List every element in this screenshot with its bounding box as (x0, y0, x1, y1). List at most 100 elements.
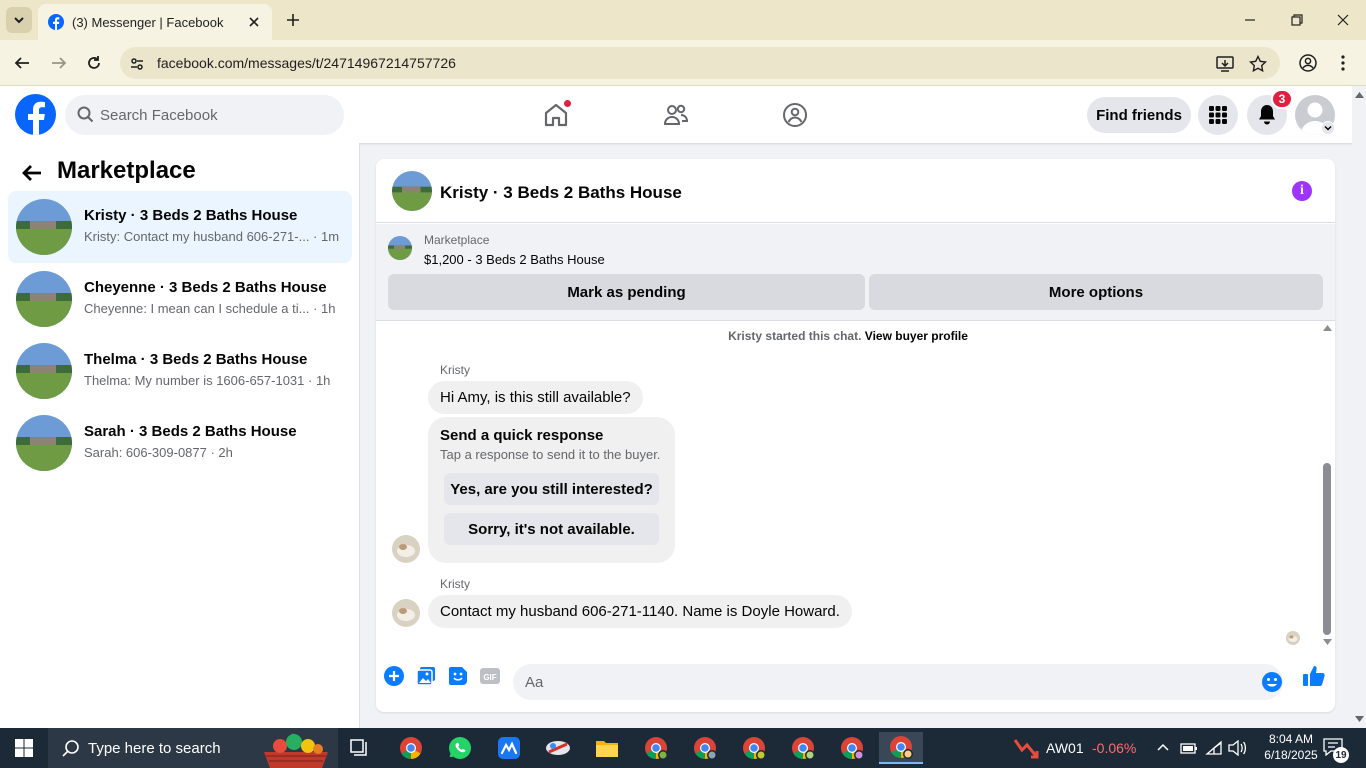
more-options-button[interactable]: More options (869, 274, 1323, 310)
reload-button[interactable] (80, 49, 108, 77)
search-input[interactable] (100, 95, 330, 135)
notification-badge: 3 (1271, 89, 1293, 109)
start-button[interactable] (0, 728, 48, 768)
taskbar-chrome-profile-2[interactable] (683, 732, 727, 764)
account-menu-chevron[interactable] (1321, 121, 1335, 135)
stock-name[interactable]: AW01 (1046, 740, 1084, 756)
forward-button[interactable] (45, 49, 73, 77)
volume-icon[interactable] (1228, 740, 1246, 756)
taskbar-meet-app[interactable] (487, 732, 531, 764)
nav-home[interactable] (536, 96, 576, 134)
taskbar-chrome-profile-1[interactable] (634, 732, 678, 764)
profile-photo-icon (392, 599, 420, 627)
quick-response-sorry-button[interactable]: Sorry, it's not available. (444, 513, 659, 545)
taskbar-chrome-active[interactable] (879, 732, 923, 764)
chrome-icon (400, 737, 422, 759)
chevron-up-icon[interactable] (1157, 743, 1169, 751)
taskbar-chrome-profile-4[interactable] (781, 732, 825, 764)
conversation-name: Cheyenne · 3 Beds 2 Baths House (84, 279, 327, 296)
battery-icon[interactable] (1180, 741, 1198, 755)
scroll-down-icon (1355, 716, 1364, 722)
address-bar[interactable]: facebook.com/messages/t/2471496721475772… (120, 47, 1280, 79)
emoji-button[interactable] (1261, 671, 1283, 698)
nav-groups[interactable] (775, 96, 815, 134)
taskbar-clock[interactable]: 8:04 AM 6/18/2025 (1256, 731, 1326, 763)
send-like-button[interactable] (1301, 663, 1327, 689)
facebook-favicon-icon (48, 14, 64, 30)
site-info-icon[interactable] (126, 53, 148, 75)
listing-thumbnail[interactable] (388, 236, 412, 260)
task-view-button[interactable] (338, 732, 382, 764)
back-arrow-button[interactable] (18, 159, 46, 187)
listing-thumbnail[interactable] (392, 171, 432, 211)
house-photo-icon (16, 199, 72, 255)
nav-friends[interactable] (656, 96, 696, 134)
notification-count-badge: 19 (1333, 747, 1349, 763)
action-center-button[interactable]: 19 (1323, 738, 1349, 763)
facebook-search[interactable] (65, 95, 344, 135)
taskbar-chrome-app[interactable] (389, 732, 433, 764)
quick-response-title: Send a quick response (440, 427, 604, 444)
scrollbar-thumb[interactable] (1323, 463, 1331, 635)
quick-response-yes-button[interactable]: Yes, are you still interested? (444, 473, 659, 505)
conversation-item[interactable]: Cheyenne · 3 Beds 2 Baths House Cheyenne… (8, 263, 352, 335)
message-bubble[interactable]: Contact my husband 606-271-1140. Name is… (428, 595, 852, 628)
wifi-icon[interactable] (1205, 740, 1223, 756)
find-friends-button[interactable]: Find friends (1087, 97, 1191, 133)
sticker-icon (449, 667, 467, 685)
quick-response-subtitle: Tap a response to send it to the buyer. (440, 447, 661, 462)
conversation-item[interactable]: Kristy · 3 Beds 2 Baths House Kristy: Co… (8, 191, 352, 263)
install-app-icon[interactable] (1214, 53, 1236, 75)
listing-thumbnail (16, 271, 72, 327)
bookmark-star-icon[interactable] (1247, 53, 1269, 75)
info-icon[interactable]: i (1292, 181, 1312, 201)
groups-icon (783, 103, 807, 127)
taskbar-file-explorer[interactable] (585, 732, 629, 764)
tab-close-button[interactable] (246, 14, 262, 30)
taskbar-chrome-profile-5[interactable] (830, 732, 874, 764)
restore-button[interactable] (1280, 6, 1314, 34)
minimize-button[interactable] (1233, 6, 1267, 34)
message-scrollbar[interactable] (1320, 323, 1335, 651)
menu-button[interactable] (1198, 95, 1238, 135)
sender-avatar[interactable] (392, 599, 420, 627)
taskbar-whatsapp-app[interactable] (438, 732, 482, 764)
back-button[interactable] (8, 49, 36, 77)
started-text: Kristy started this chat. (728, 329, 862, 343)
browser-menu-button[interactable] (1329, 49, 1357, 77)
message-bubble[interactable]: Hi Amy, is this still available? (428, 381, 643, 414)
conversation-item[interactable]: Thelma · 3 Beds 2 Baths House Thelma: My… (8, 335, 352, 407)
app-icon (498, 737, 520, 759)
conversation-item[interactable]: Sarah · 3 Beds 2 Baths House Sarah: 606-… (8, 407, 352, 479)
mark-as-pending-button[interactable]: Mark as pending (388, 274, 865, 310)
page-title: Marketplace (57, 157, 196, 184)
house-photo-icon (16, 343, 72, 399)
message-input[interactable] (525, 664, 1225, 700)
gif-button[interactable]: GIF (479, 665, 501, 687)
facebook-logo[interactable] (15, 94, 56, 135)
svg-text:GIF: GIF (483, 673, 496, 682)
sticker-button[interactable] (447, 665, 469, 687)
new-tab-button[interactable] (281, 8, 305, 32)
sender-avatar[interactable] (392, 535, 420, 563)
chat-title[interactable]: Kristy · 3 Beds 2 Baths House (440, 183, 682, 203)
attach-media-button[interactable] (415, 665, 437, 687)
taskbar-search-input[interactable] (88, 728, 248, 768)
browser-tab-messenger[interactable]: (3) Messenger | Facebook (38, 4, 272, 40)
search-icon (77, 106, 94, 123)
taskbar-snipping-app[interactable] (536, 732, 580, 764)
page-scrollbar[interactable] (1352, 86, 1366, 728)
tab-title: (3) Messenger | Facebook (72, 14, 224, 30)
close-window-button[interactable] (1326, 6, 1360, 34)
chevron-down-icon (1324, 125, 1332, 131)
profile-button[interactable] (1294, 49, 1322, 77)
listing-price-title[interactable]: $1,200 - 3 Beds 2 Baths House (424, 252, 605, 267)
chat-started-notice: Kristy started this chat. View buyer pro… (376, 329, 1320, 343)
chrome-icon (645, 737, 668, 760)
more-actions-button[interactable] (383, 665, 405, 687)
taskbar-chrome-profile-3[interactable] (732, 732, 776, 764)
tab-search-button[interactable] (6, 7, 32, 33)
taskbar-search[interactable] (48, 728, 338, 768)
message-input-box[interactable] (513, 664, 1283, 700)
view-buyer-profile-link[interactable]: View buyer profile (865, 329, 968, 343)
